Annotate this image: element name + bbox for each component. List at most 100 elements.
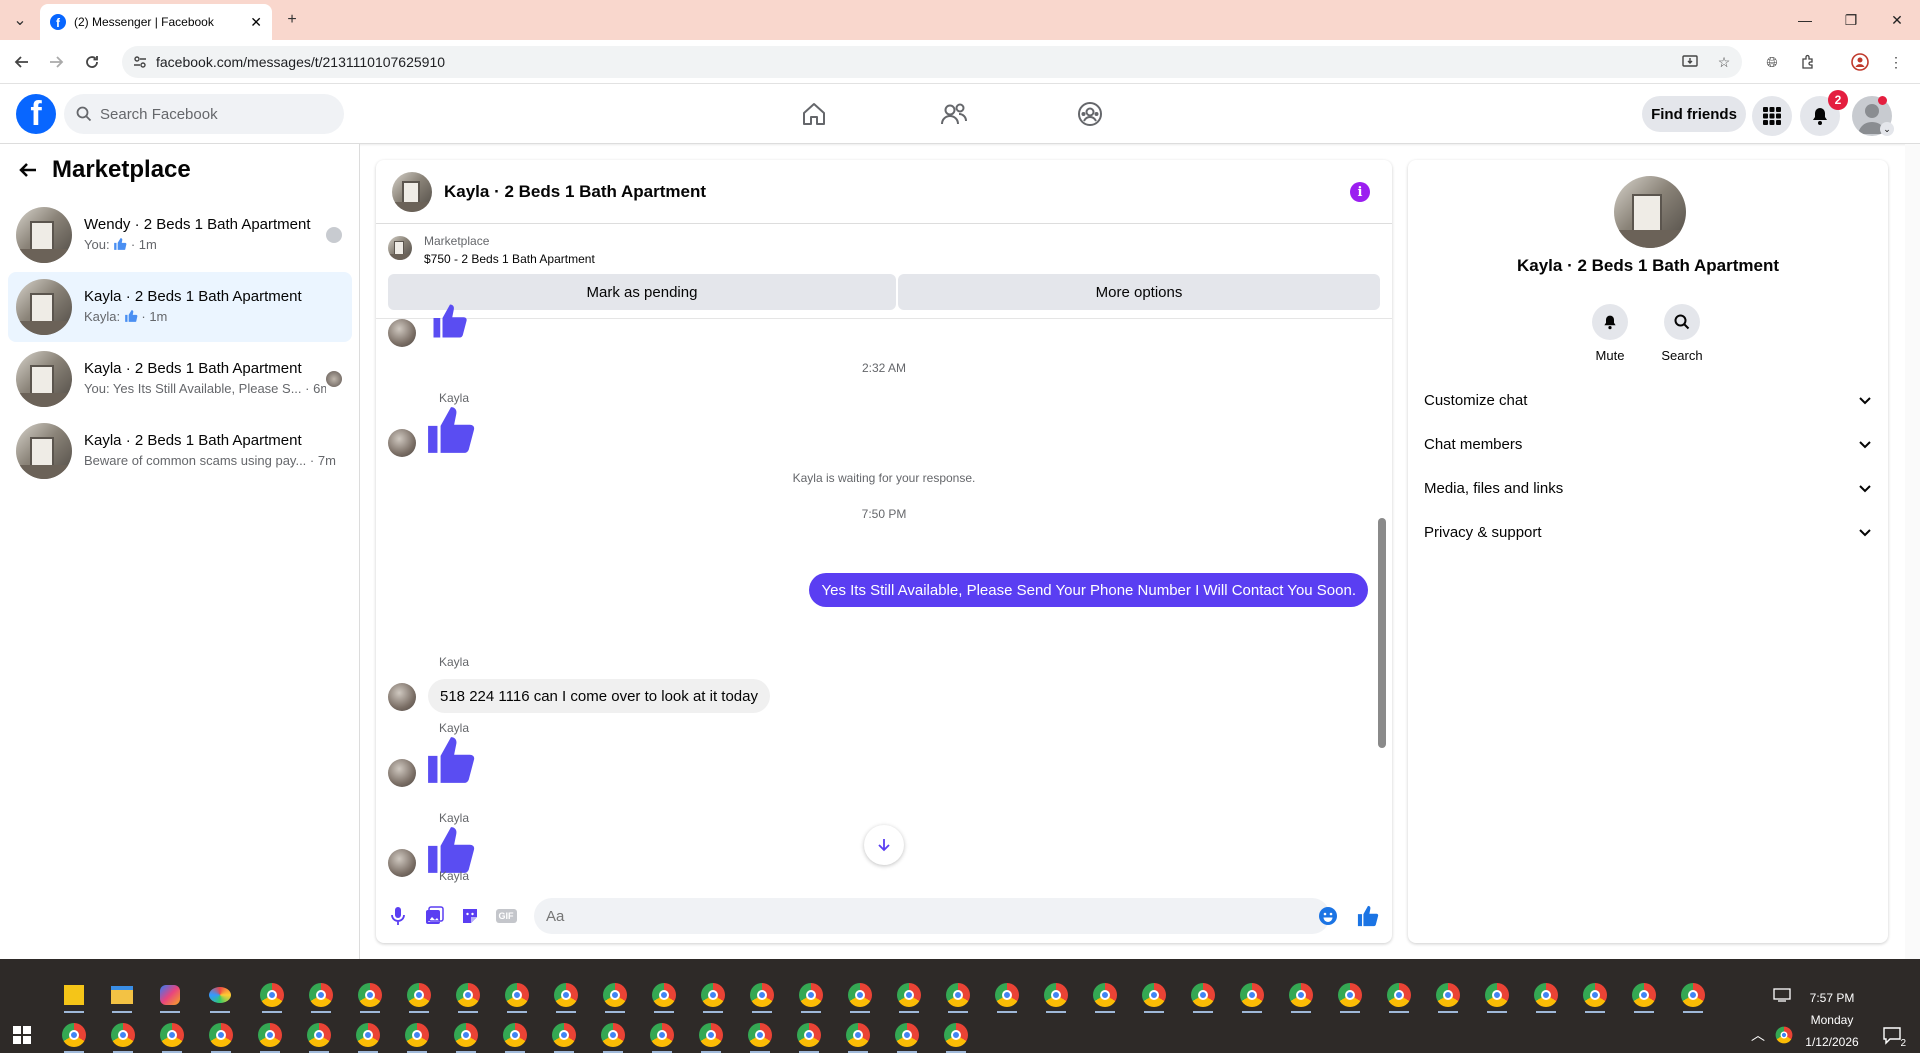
chrome-window-button[interactable] xyxy=(989,977,1025,1013)
chrome-window-button[interactable] xyxy=(1626,977,1662,1013)
chrome-window-button[interactable] xyxy=(597,977,633,1013)
paint-button[interactable] xyxy=(202,977,238,1013)
conversation-item[interactable]: Wendy · 2 Beds 1 Bath Apartment You: · 1… xyxy=(8,200,352,270)
chrome-window-button[interactable] xyxy=(546,1017,582,1053)
chrome-window-button[interactable] xyxy=(1675,977,1711,1013)
sticky-notes-button[interactable] xyxy=(56,977,92,1013)
chrome-window-button[interactable] xyxy=(1185,977,1221,1013)
microphone-icon[interactable] xyxy=(386,904,410,928)
find-friends-button[interactable]: Find friends xyxy=(1642,96,1746,132)
page-scrollbar[interactable] xyxy=(1905,144,1920,959)
chrome-window-button[interactable] xyxy=(252,1017,288,1053)
browser-tab-messenger[interactable]: f (2) Messenger | Facebook ✕ xyxy=(40,4,272,40)
chrome-window-button[interactable] xyxy=(840,1017,876,1053)
friends-nav-icon[interactable] xyxy=(938,98,970,130)
chrome-window-button[interactable] xyxy=(1038,977,1074,1013)
chrome-window-button[interactable] xyxy=(1087,977,1123,1013)
chat-title[interactable]: Kayla · 2 Beds 1 Bath Apartment xyxy=(444,182,706,202)
extensions-icon[interactable] xyxy=(1796,50,1820,74)
chrome-window-button[interactable] xyxy=(744,977,780,1013)
sticker-icon[interactable] xyxy=(458,904,482,928)
message-input[interactable] xyxy=(534,898,1330,934)
send-like-icon[interactable] xyxy=(1356,904,1380,928)
incoming-message-bubble[interactable]: 518 224 1116 can I come over to look at … xyxy=(428,679,770,713)
chrome-window-button[interactable] xyxy=(1577,977,1613,1013)
chrome-window-button[interactable] xyxy=(352,977,388,1013)
privacy-support-section[interactable]: Privacy & support xyxy=(1424,510,1872,554)
facebook-search-input[interactable]: Search Facebook xyxy=(64,94,344,134)
scroll-to-bottom-icon[interactable] xyxy=(864,825,904,865)
listing-price-title[interactable]: $750 - 2 Beds 1 Bath Apartment xyxy=(424,252,595,266)
back-icon[interactable] xyxy=(10,50,34,74)
chrome-window-button[interactable] xyxy=(1479,977,1515,1013)
chrome-window-button[interactable] xyxy=(842,977,878,1013)
photo-attach-icon[interactable] xyxy=(422,904,446,928)
message-scrollbar[interactable] xyxy=(1378,334,1386,880)
chrome-window-button[interactable] xyxy=(448,1017,484,1053)
chrome-window-button[interactable] xyxy=(646,977,682,1013)
chrome-window-button[interactable] xyxy=(595,1017,631,1053)
chrome-window-button[interactable] xyxy=(254,977,290,1013)
listing-large-thumbnail[interactable] xyxy=(1614,176,1686,248)
site-info-icon[interactable] xyxy=(132,54,148,70)
home-nav-icon[interactable] xyxy=(798,98,830,130)
chrome-window-button[interactable] xyxy=(1234,977,1270,1013)
chrome-window-button[interactable] xyxy=(1136,977,1172,1013)
restore-window-icon[interactable]: ❐ xyxy=(1828,0,1874,40)
chrome-window-button[interactable] xyxy=(401,977,437,1013)
conversation-item[interactable]: Kayla · 2 Beds 1 Bath Apartment You: Yes… xyxy=(8,344,352,414)
bookmark-star-icon[interactable]: ☆ xyxy=(1712,50,1736,74)
minimize-window-icon[interactable]: — xyxy=(1782,0,1828,40)
profile-icon[interactable] xyxy=(1848,50,1872,74)
install-app-icon[interactable] xyxy=(1678,50,1702,74)
chrome-window-button[interactable] xyxy=(693,1017,729,1053)
chrome-window-button[interactable] xyxy=(399,1017,435,1053)
groups-nav-icon[interactable] xyxy=(1074,98,1106,130)
tab-search-dropdown-icon[interactable]: ⌄ xyxy=(8,8,32,32)
chrome-window-button[interactable] xyxy=(303,977,339,1013)
mute-button[interactable]: Mute xyxy=(1580,304,1640,363)
close-tab-icon[interactable]: ✕ xyxy=(250,14,262,31)
chrome-window-button[interactable] xyxy=(1528,977,1564,1013)
gif-icon[interactable]: GIF xyxy=(494,904,518,928)
outgoing-message-bubble[interactable]: Yes Its Still Available, Please Send You… xyxy=(809,573,1368,607)
chrome-window-button[interactable] xyxy=(940,977,976,1013)
chrome-window-button[interactable] xyxy=(644,1017,680,1053)
apps-menu-icon[interactable] xyxy=(1752,96,1792,136)
message-scrollbar-thumb[interactable] xyxy=(1378,518,1386,748)
chrome-window-button[interactable] xyxy=(742,1017,778,1053)
facebook-logo-icon[interactable]: f xyxy=(16,94,56,134)
action-center-icon[interactable]: 2 xyxy=(1874,1017,1910,1053)
chrome-window-button[interactable] xyxy=(1332,977,1368,1013)
chrome-window-button[interactable] xyxy=(105,1017,141,1053)
copilot-button[interactable] xyxy=(152,977,188,1013)
conversation-item-active[interactable]: Kayla · 2 Beds 1 Bath Apartment Kayla: ·… xyxy=(8,272,352,342)
file-explorer-button[interactable] xyxy=(104,977,140,1013)
chrome-window-button[interactable] xyxy=(548,977,584,1013)
back-arrow-icon[interactable] xyxy=(18,160,38,180)
chrome-window-button[interactable] xyxy=(1430,977,1466,1013)
windows-start-icon[interactable] xyxy=(4,1017,40,1053)
conversation-info-icon[interactable]: i xyxy=(1350,182,1370,202)
emoji-icon[interactable] xyxy=(1316,904,1340,928)
chat-listing-avatar[interactable] xyxy=(392,171,432,212)
forward-icon[interactable] xyxy=(44,50,68,74)
system-clock[interactable]: 7:57 PM Monday 1/12/2026 xyxy=(1792,987,1872,1053)
chat-members-section[interactable]: Chat members xyxy=(1424,422,1872,466)
conversation-item[interactable]: Kayla · 2 Beds 1 Bath Apartment Beware o… xyxy=(8,416,352,486)
chrome-window-button[interactable] xyxy=(56,1017,92,1053)
chrome-window-button[interactable] xyxy=(301,1017,337,1053)
search-conversation-button[interactable]: Search xyxy=(1652,304,1712,363)
browser-menu-icon[interactable]: ⋮ xyxy=(1884,50,1908,74)
chrome-window-button[interactable] xyxy=(154,1017,190,1053)
account-chevron-down-icon[interactable]: ⌄ xyxy=(1880,122,1894,136)
translate-icon[interactable]: 🌐︎ xyxy=(1760,50,1784,74)
address-bar[interactable]: facebook.com/messages/t/2131110107625910 xyxy=(122,46,1742,78)
reload-icon[interactable] xyxy=(80,50,104,74)
chrome-window-button[interactable] xyxy=(793,977,829,1013)
chrome-window-button[interactable] xyxy=(499,977,535,1013)
new-tab-icon[interactable]: + xyxy=(280,8,304,32)
chrome-window-button[interactable] xyxy=(350,1017,386,1053)
chrome-window-button[interactable] xyxy=(497,1017,533,1053)
chrome-window-button[interactable] xyxy=(695,977,731,1013)
